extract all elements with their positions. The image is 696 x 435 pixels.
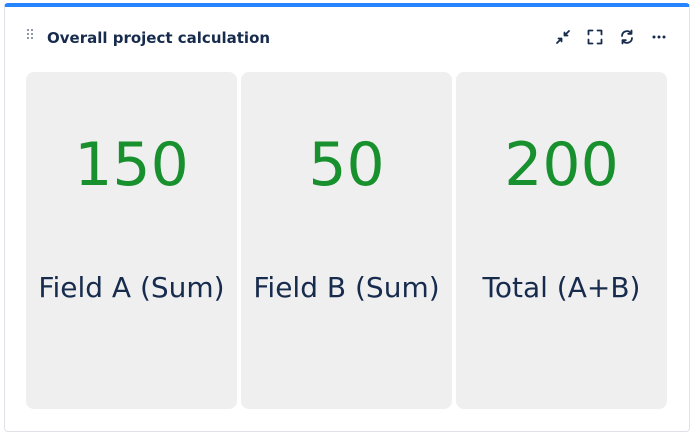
gadget-header: Overall project calculation: [5, 7, 689, 71]
refresh-icon: [621, 29, 633, 45]
metric-tile-field-a: 150 Field A (Sum): [26, 72, 237, 409]
more-button[interactable]: [649, 27, 669, 47]
drag-handle-icon[interactable]: [27, 29, 35, 41]
fullscreen-icon: [587, 29, 603, 45]
refresh-button[interactable]: [617, 27, 637, 47]
metric-label: Field B (Sum): [253, 271, 440, 304]
gadget-title: Overall project calculation: [47, 29, 271, 47]
metric-tiles: 150 Field A (Sum) 50 Field B (Sum) 200 T…: [26, 72, 668, 409]
metric-value: 150: [74, 130, 189, 200]
gadget-card: Overall project calculation 150 Field A …: [4, 3, 690, 432]
metric-value: 200: [504, 130, 619, 200]
minimize-button[interactable]: [553, 27, 573, 47]
minimize-icon: [556, 30, 570, 44]
gadget-actions: [553, 27, 669, 47]
more-icon: [652, 35, 666, 39]
metric-label: Total (A+B): [482, 271, 641, 304]
metric-value: 50: [308, 130, 385, 200]
metric-tile-total: 200 Total (A+B): [456, 72, 667, 409]
metric-label: Field A (Sum): [38, 271, 225, 304]
fullscreen-button[interactable]: [585, 27, 605, 47]
metric-tile-field-b: 50 Field B (Sum): [241, 72, 452, 409]
